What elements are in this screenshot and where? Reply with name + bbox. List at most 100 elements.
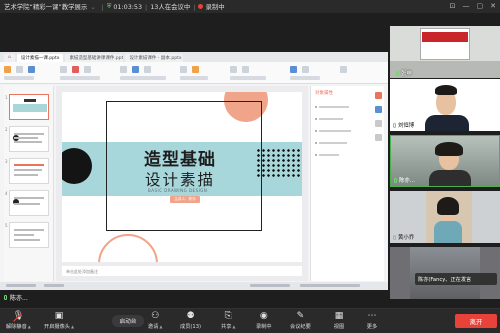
participant-name: 黄小乔 [393, 233, 414, 241]
decor-dots [256, 148, 302, 178]
ribbon-icon[interactable] [340, 66, 347, 73]
ribbon-icon[interactable] [120, 66, 127, 73]
ribbon-icon[interactable] [84, 66, 91, 73]
slide-thumbnail[interactable]: 2 [5, 126, 49, 152]
more-label: 更多 [366, 324, 378, 330]
video-feed-hair [435, 85, 457, 95]
participant-panel: 张申 刘恒博 陈亦... 黄小乔 [390, 13, 500, 310]
meeting-title: 艺术学院“精彩一课”教学展示 [4, 3, 88, 11]
minimize-icon[interactable]: — [463, 2, 470, 10]
minutes-button[interactable]: ✎ 会议纪要 [290, 311, 311, 331]
slide-thumbnail[interactable]: 3 [5, 158, 49, 184]
launchpad-button[interactable]: 启动台 [112, 315, 144, 327]
participant-name-text: 黄小乔 [398, 235, 415, 241]
start-video-label: 开启摄像头 [44, 324, 70, 330]
ribbon-icon[interactable] [242, 66, 249, 73]
recording-status[interactable]: 录制中 [198, 2, 225, 11]
tab-presentation-2[interactable]: 素描造型基础讲课课件.pptx [65, 54, 124, 62]
share-label: 共享 [221, 324, 232, 330]
ribbon-icon[interactable] [290, 66, 297, 73]
share-screen-icon: ⎘ [224, 311, 232, 321]
shared-screen[interactable]: ⌂ 设计素描一课.pptx 素描造型基础讲课课件.pptx 设计素描课件 - 副… [0, 52, 388, 290]
slide-thumbnail[interactable]: 1 [5, 94, 49, 120]
tab-presentation-3[interactable]: 设计素描课件 - 副本.pptx [125, 54, 184, 62]
side-tool-icon[interactable] [375, 106, 382, 113]
ribbon-icon[interactable] [230, 66, 237, 73]
tab-presentation-1[interactable]: 设计素描一课.pptx [16, 54, 64, 62]
view-button[interactable]: ▦ 视图 [333, 311, 345, 331]
invite-label: 邀请 [148, 324, 159, 330]
record-dot-icon [198, 4, 204, 9]
add-user-icon: ⚇ [151, 311, 160, 321]
chevron-up-icon[interactable]: ▲ [71, 324, 74, 329]
ribbon-row [0, 76, 388, 82]
ribbon-icon[interactable] [60, 66, 67, 73]
notes-field[interactable]: 单击此处添加备注 [62, 266, 302, 276]
ribbon-icon[interactable] [4, 66, 11, 73]
slide-thumbnail[interactable]: 4 [5, 190, 49, 216]
side-tool-icon[interactable] [375, 134, 382, 141]
divider: | [193, 2, 196, 11]
participant-name-text: 张申 [401, 71, 412, 77]
slide-title-second: 设计素描 [145, 171, 216, 189]
attendee-count[interactable]: 13人在会议中 [150, 2, 190, 11]
meeting-duration: 01:03:53 [113, 2, 143, 11]
participant-tile[interactable]: 刘恒博 [390, 79, 500, 131]
participant-tile[interactable]: 陈亦... [390, 135, 500, 187]
ribbon-icon[interactable] [180, 66, 187, 73]
mic-icon [4, 295, 7, 300]
slide-subtitle: BASIC DRAWING DESIGN [148, 188, 208, 193]
meeting-toolbar: 🎙 解除静音▲ ▣ 开启摄像头▲ ⚇ 邀请▲ ⚉ 成员(13) ⎘ 共享▲ ◉ … [0, 308, 500, 333]
ribbon-icon[interactable] [192, 66, 199, 73]
video-feed-hair [437, 197, 459, 215]
slide-editor[interactable]: 造型基础 设计素描 BASIC DRAWING DESIGN 主讲人：陈亦 单击… [56, 86, 308, 281]
slide-thumbnail[interactable]: 5 [5, 222, 49, 248]
unmute-button[interactable]: 🎙 解除静音▲ [6, 311, 31, 331]
record-label: 录制中 [256, 324, 272, 330]
mic-icon [393, 122, 396, 128]
tab-home[interactable]: ⌂ [4, 54, 15, 62]
ribbon-icon[interactable] [72, 66, 79, 73]
leave-button[interactable]: 离开 [455, 314, 497, 328]
ribbon-icon[interactable] [302, 66, 309, 73]
close-icon[interactable]: ✕ [490, 2, 496, 10]
ribbon-icon[interactable] [132, 66, 139, 73]
slide-thumbnail-panel: 1 2 3 4 5 [4, 86, 54, 281]
side-tool-icon[interactable] [375, 92, 382, 99]
record-icon: ◉ [259, 311, 268, 321]
ribbon-icon[interactable] [16, 66, 23, 73]
app-status-bar [0, 282, 388, 290]
more-button[interactable]: ⋯ 更多 [366, 311, 378, 331]
current-slide[interactable]: 造型基础 设计素描 BASIC DRAWING DESIGN 主讲人：陈亦 [62, 92, 302, 262]
ribbon-icon[interactable] [144, 66, 151, 73]
divider: | [101, 2, 104, 11]
view-label: 视图 [333, 324, 345, 330]
chevron-up-icon[interactable]: ▲ [232, 324, 235, 329]
members-button[interactable]: ⚉ 成员(13) [180, 311, 202, 331]
chevron-down-icon[interactable]: ⌄ [90, 3, 95, 11]
share-button[interactable]: ⎘ 共享 ▲ [221, 311, 235, 331]
notes-icon: ✎ [296, 311, 305, 321]
participant-name-text: 陈亦... [399, 178, 415, 184]
ribbon-icon[interactable] [28, 66, 35, 73]
speaking-indicator: 陈亦(Fancy、正在发言 [415, 273, 497, 285]
pane-title: 对象属性 [315, 91, 333, 96]
invite-button[interactable]: ⚇ 邀请 ▲ [148, 311, 162, 331]
maximize-icon[interactable]: ▢ [477, 2, 484, 10]
presenter-tag: 主讲人：陈亦 [170, 196, 200, 203]
participant-tile[interactable]: 张申 [390, 26, 500, 78]
members-label: 成员(13) [180, 324, 202, 330]
pin-icon[interactable]: ⊡ [450, 2, 456, 10]
shield-icon[interactable]: ⛨ [107, 3, 112, 11]
users-icon: ⚉ [186, 311, 195, 321]
record-button[interactable]: ◉ 录制中 [256, 311, 272, 331]
properties-pane: 对象属性 [310, 86, 384, 281]
side-tool-icon[interactable] [375, 120, 382, 127]
chevron-up-icon[interactable]: ▲ [159, 324, 162, 329]
start-video-button[interactable]: ▣ 开启摄像头 ▲ [44, 311, 74, 331]
title-bar: 艺术学院“精彩一课”教学展示 ⌄ | ⛨ 01:03:53 | 13人在会议中 … [0, 0, 500, 13]
active-speaker-label: 陈亦... [4, 293, 28, 302]
chevron-up-icon[interactable]: ▲ [28, 324, 31, 329]
participant-tile[interactable]: 黄小乔 [390, 191, 500, 243]
more-icon: ⋯ [367, 311, 377, 321]
